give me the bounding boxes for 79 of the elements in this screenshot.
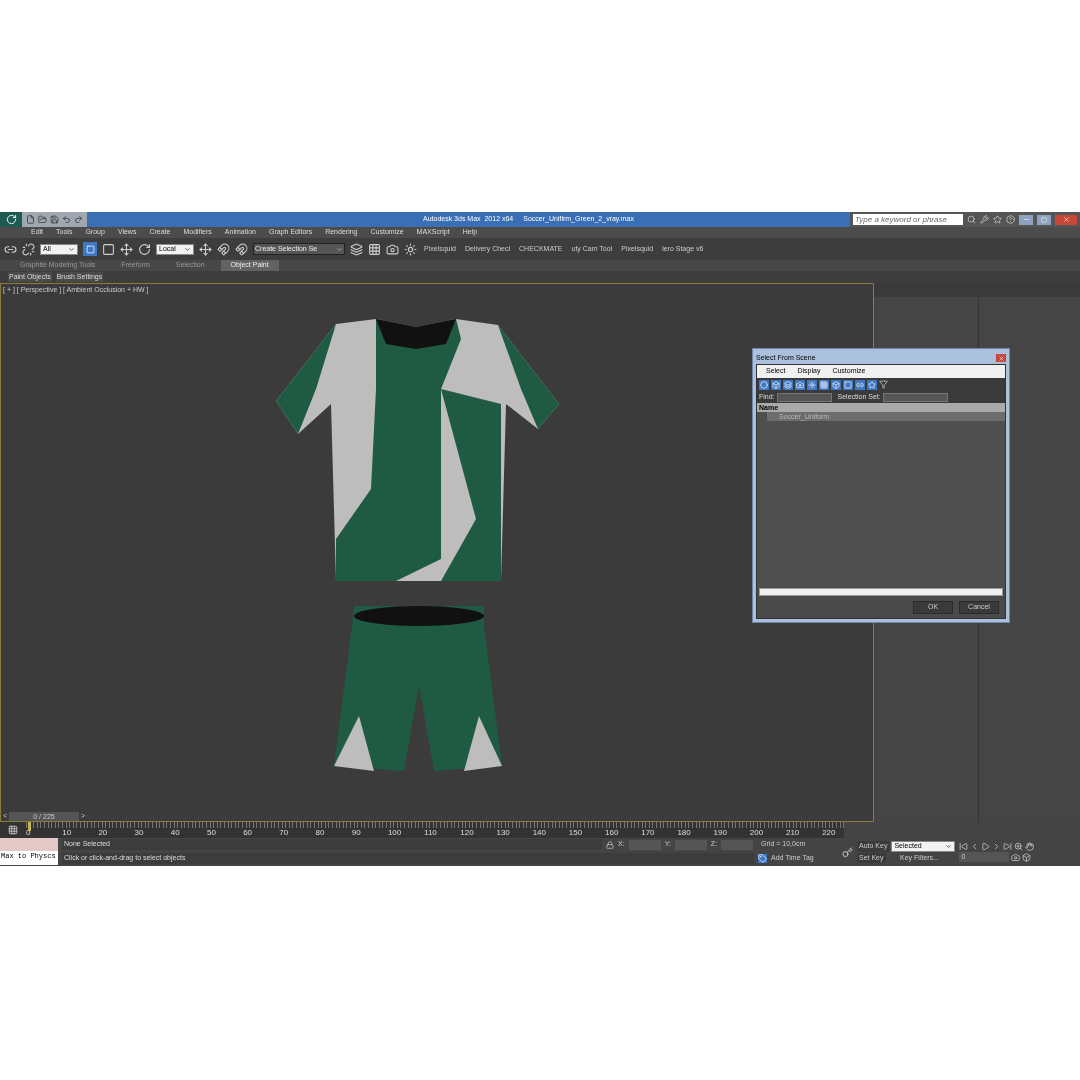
- camera-icon[interactable]: [1011, 852, 1021, 862]
- close-button[interactable]: [1055, 214, 1077, 225]
- layers-icon[interactable]: [350, 242, 363, 256]
- close-button[interactable]: [996, 354, 1006, 362]
- find-field[interactable]: [776, 392, 832, 402]
- x-coordinate-field[interactable]: [628, 839, 661, 850]
- rotate-icon[interactable]: [138, 242, 151, 256]
- frame-tick-label: 220: [822, 829, 837, 837]
- star-icon[interactable]: [993, 215, 1002, 224]
- filter-toggle-icon[interactable]: [855, 379, 865, 390]
- save-icon[interactable]: [50, 215, 59, 224]
- app-logo-icon[interactable]: [0, 212, 22, 227]
- box-icon[interactable]: [1022, 852, 1032, 862]
- go-to-start-icon[interactable]: [959, 842, 969, 851]
- frame-tick-label: 90: [351, 829, 362, 837]
- new-file-icon[interactable]: [26, 215, 35, 224]
- frame-tick-label: 70: [279, 829, 290, 837]
- tag-icon[interactable]: [758, 854, 767, 863]
- open-folder-icon[interactable]: [38, 215, 47, 224]
- wrench-icon[interactable]: [980, 215, 989, 224]
- frame-tick-label: 190: [713, 829, 728, 837]
- pan-icon[interactable]: [1025, 842, 1035, 851]
- filter-toggle-icon[interactable]: [807, 379, 817, 390]
- frame-tick-label: 10: [62, 829, 73, 837]
- close-icon: [1062, 216, 1070, 223]
- minimize-icon: [1022, 216, 1030, 223]
- help-icon[interactable]: [1006, 215, 1015, 224]
- filter-toggle-icon[interactable]: [783, 379, 793, 390]
- go-to-end-icon[interactable]: [1003, 842, 1013, 851]
- filter-toggle-icon[interactable]: [843, 379, 853, 390]
- frame-tick-label: 180: [677, 829, 692, 837]
- frame-tick-label: 200: [749, 829, 765, 837]
- track-view-icon[interactable]: [8, 825, 18, 835]
- redo-icon[interactable]: [74, 215, 83, 224]
- selection-set-field[interactable]: [882, 392, 948, 402]
- rectangle-selection-icon[interactable]: [102, 242, 115, 256]
- z-coordinate-field[interactable]: [721, 839, 754, 850]
- zoom-icon[interactable]: [1014, 842, 1024, 851]
- frame-tick-label: 210: [785, 829, 801, 837]
- frame-tick-label: 120: [460, 829, 475, 837]
- frame-tick-label: 130: [496, 829, 511, 837]
- filter-toggle-icon[interactable]: [819, 379, 829, 390]
- y-coordinate-field[interactable]: [674, 839, 707, 850]
- key-icon[interactable]: [842, 846, 853, 858]
- frame-tick-label: 140: [532, 829, 547, 837]
- frame-tick-label: 150: [568, 829, 584, 837]
- unlink-icon[interactable]: [22, 242, 35, 256]
- frame-tick-label: 100: [387, 829, 403, 837]
- search-icon[interactable]: [967, 215, 976, 224]
- current-frame-marker: [28, 822, 31, 831]
- close-icon: [997, 354, 1005, 362]
- filter-toggle-icon[interactable]: [759, 379, 769, 390]
- lock-icon[interactable]: [606, 840, 614, 849]
- minimize-button[interactable]: [1019, 214, 1033, 225]
- frame-tick-label: 40: [170, 829, 181, 837]
- frame-tick-label: 170: [641, 829, 656, 837]
- snap-icon[interactable]: [217, 242, 230, 256]
- move-icon[interactable]: [120, 242, 133, 256]
- undo-icon[interactable]: [62, 215, 71, 224]
- filter-toggle-icon[interactable]: [831, 379, 841, 390]
- maximize-button[interactable]: [1037, 214, 1051, 225]
- select-object-icon[interactable]: [83, 242, 97, 256]
- frame-tick-label: 160: [605, 829, 620, 837]
- listener-input[interactable]: [0, 838, 58, 851]
- filter-icon[interactable]: [879, 380, 888, 389]
- grid-icon[interactable]: [368, 242, 381, 256]
- maximize-icon: [1041, 216, 1047, 223]
- play-icon[interactable]: [981, 842, 991, 851]
- frame-tick-label: 30: [134, 829, 145, 837]
- filter-toggle-icon[interactable]: [795, 379, 805, 390]
- filter-toggle-icon[interactable]: [867, 379, 877, 390]
- search-field[interactable]: Type a keyword or phrase: [853, 214, 963, 225]
- frame-tick-label: 110: [424, 829, 438, 837]
- frame-tick-label: 20: [98, 829, 109, 837]
- frame-tick-label: 60: [243, 829, 254, 837]
- frame-tick-label: 80: [315, 829, 326, 837]
- filter-toggle-icon[interactable]: [771, 379, 781, 390]
- horizontal-scrollbar[interactable]: [759, 588, 1003, 596]
- frame-tick-label: 50: [206, 829, 217, 837]
